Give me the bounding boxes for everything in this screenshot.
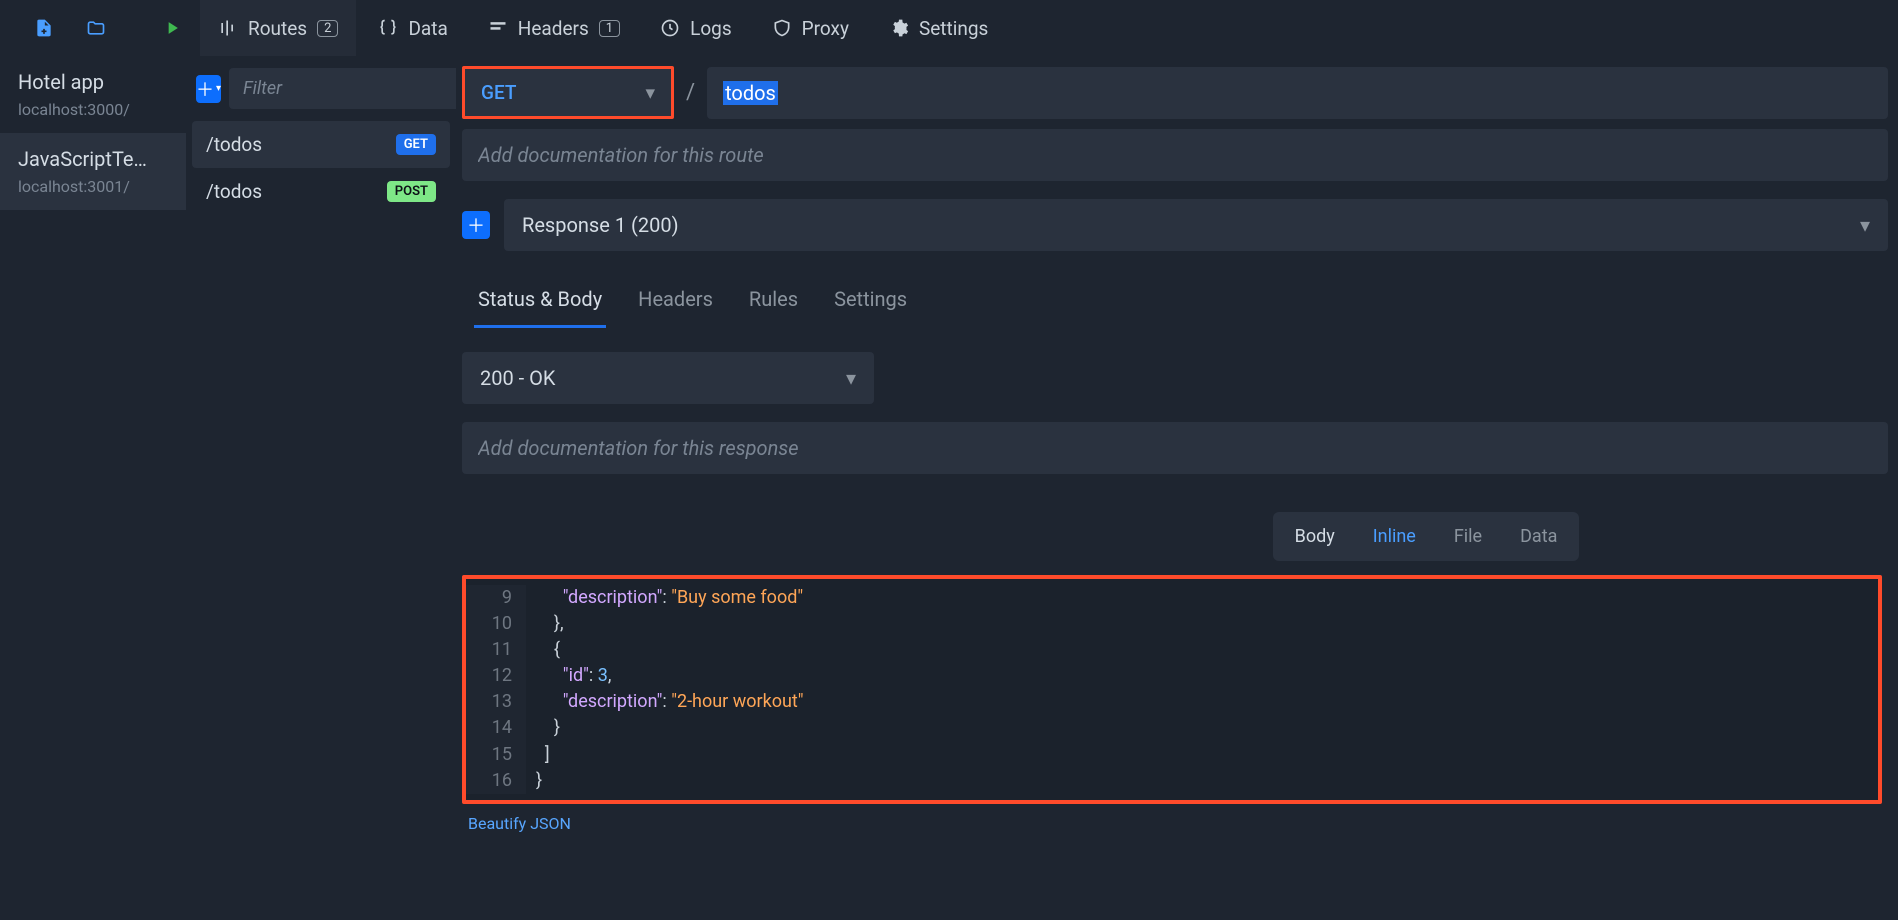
clock-icon (660, 18, 680, 38)
response-select-label: Response 1 (200) (522, 213, 679, 237)
body-toggle-inline[interactable]: Inline (1357, 516, 1432, 557)
routes-count-badge: 2 (317, 20, 338, 37)
headers-icon (488, 18, 508, 38)
tab-proxy-label: Proxy (802, 17, 849, 40)
tab-logs-label: Logs (690, 17, 732, 40)
body-toggle-data[interactable]: Data (1504, 516, 1573, 557)
braces-icon (378, 18, 398, 38)
chevron-down-icon: ▾ (645, 81, 655, 104)
new-file-icon[interactable] (20, 0, 68, 56)
route-path: /todos (206, 133, 262, 156)
route-editor: GET ▾ / todos ＋ Response 1 (200) ▾ Statu… (456, 56, 1898, 920)
route-path-input[interactable]: todos (707, 67, 1888, 119)
http-method-select[interactable]: GET ▾ (462, 66, 674, 119)
env-host: localhost:3000/ (18, 100, 168, 119)
response-tabs: Status & Body Headers Rules Settings (474, 279, 1888, 328)
sliders-icon (218, 18, 238, 38)
env-item-hotel[interactable]: Hotel app localhost:3000/ (0, 56, 186, 133)
gear-icon (889, 18, 909, 38)
method-badge-post: POST (387, 181, 436, 202)
beautify-json-link[interactable]: Beautify JSON (468, 814, 571, 833)
response-body-editor[interactable]: 9 "description": "Buy some food"10 },11 … (462, 575, 1882, 804)
chevron-down-icon: ▾ (846, 366, 856, 390)
tab-resp-headers[interactable]: Headers (634, 279, 717, 328)
route-doc-input[interactable] (462, 129, 1888, 181)
tab-proxy[interactable]: Proxy (754, 0, 867, 56)
env-name: Hotel app (18, 70, 168, 94)
top-toolbar: Routes 2 Data Headers 1 Logs Proxy Setti… (0, 0, 1898, 56)
headers-count-badge: 1 (599, 20, 620, 37)
add-response-button[interactable]: ＋ (462, 211, 490, 239)
response-select[interactable]: Response 1 (200) ▾ (504, 199, 1888, 251)
response-doc-input[interactable] (462, 422, 1888, 474)
tab-headers[interactable]: Headers 1 (470, 0, 638, 56)
routes-column: ＋▾ /todos GET /todos POST (186, 56, 456, 920)
chevron-down-icon: ▾ (1860, 213, 1870, 237)
tab-routes[interactable]: Routes 2 (200, 0, 356, 56)
tab-status-body[interactable]: Status & Body (474, 279, 606, 328)
body-toggle-file[interactable]: File (1438, 516, 1498, 557)
status-code-value: 200 - OK (480, 366, 555, 390)
tab-resp-settings[interactable]: Settings (830, 279, 911, 328)
body-source-toggle: Body Inline File Data (1273, 512, 1580, 561)
env-item-jste[interactable]: JavaScriptTe… localhost:3001/ (0, 133, 186, 210)
routes-filter-input[interactable] (229, 68, 485, 109)
method-badge-get: GET (396, 134, 436, 155)
body-toggle-label: Body (1279, 516, 1351, 557)
tab-settings-label: Settings (919, 17, 988, 40)
tab-settings[interactable]: Settings (871, 0, 1006, 56)
tab-data[interactable]: Data (360, 0, 465, 56)
status-code-select[interactable]: 200 - OK ▾ (462, 352, 874, 404)
env-name: JavaScriptTe… (18, 147, 168, 171)
tab-headers-label: Headers (518, 17, 589, 40)
route-path-value: todos (723, 81, 778, 105)
http-method-value: GET (481, 81, 516, 104)
env-host: localhost:3001/ (18, 177, 168, 196)
path-slash: / (686, 80, 695, 105)
route-path: /todos (206, 180, 262, 203)
add-route-button[interactable]: ＋▾ (196, 75, 221, 103)
start-server-button[interactable] (148, 0, 196, 56)
tab-rules[interactable]: Rules (745, 279, 802, 328)
tab-logs[interactable]: Logs (642, 0, 750, 56)
route-item-post-todos[interactable]: /todos POST (192, 168, 450, 215)
shield-icon (772, 18, 792, 38)
open-folder-icon[interactable] (72, 0, 120, 56)
tab-data-label: Data (408, 17, 447, 40)
route-item-get-todos[interactable]: /todos GET (192, 121, 450, 168)
environments-sidebar: Hotel app localhost:3000/ JavaScriptTe… … (0, 56, 186, 920)
tab-routes-label: Routes (248, 17, 307, 40)
